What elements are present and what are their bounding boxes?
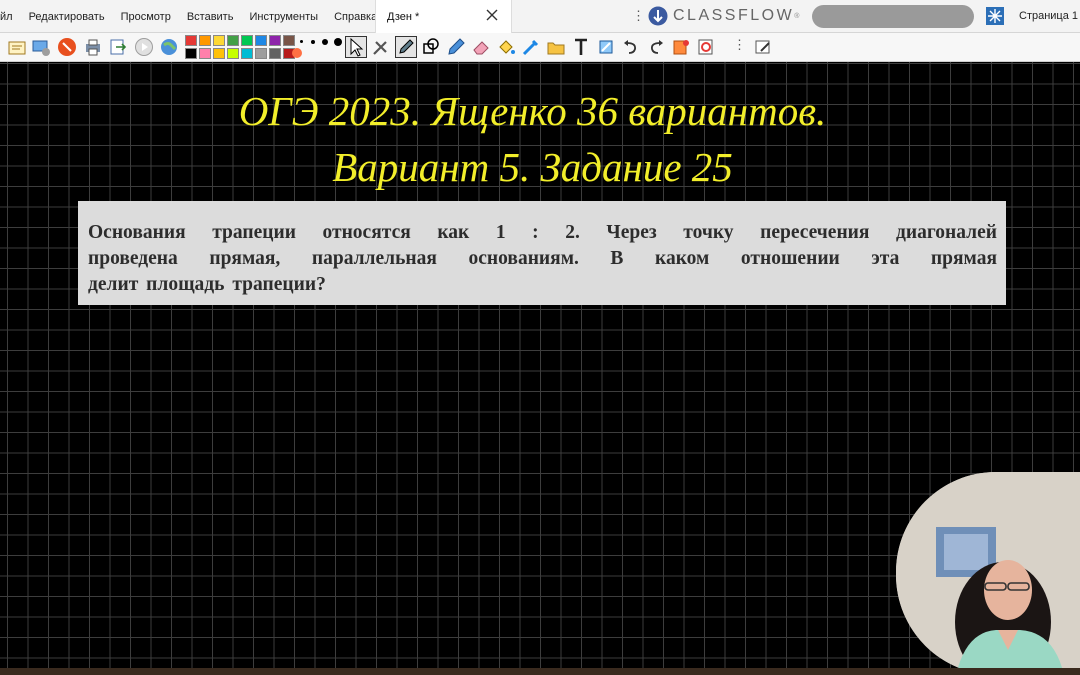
text-tool-icon[interactable]: [571, 37, 591, 57]
color-swatch[interactable]: [213, 48, 225, 59]
pen-size-small[interactable]: [300, 40, 303, 43]
color-swatch[interactable]: [199, 48, 211, 59]
color-swatch[interactable]: [241, 35, 253, 46]
presenter-video: [896, 472, 1080, 675]
flipchart-board[interactable]: ОГЭ 2023. Ященко 36 вариантов. Вариант 5…: [0, 62, 1080, 675]
webcam-overlay: [896, 472, 1080, 675]
color-swatch[interactable]: [283, 35, 295, 46]
pen-size-xlarge[interactable]: [334, 38, 342, 46]
fill-bucket-icon[interactable]: [496, 37, 516, 57]
color-palette: [185, 35, 295, 59]
export-icon[interactable]: [108, 37, 128, 57]
pipette-icon[interactable]: [521, 37, 541, 57]
pen-tool[interactable]: [395, 36, 417, 58]
color-swatch[interactable]: [269, 35, 281, 46]
tools-icon[interactable]: [371, 37, 391, 57]
menu-view[interactable]: Просмотр: [113, 11, 179, 23]
page-title-line1: ОГЭ 2023. Ященко 36 вариантов.: [238, 88, 827, 134]
undo-icon[interactable]: [621, 37, 641, 57]
color-swatch[interactable]: [255, 35, 267, 46]
clear-page-icon[interactable]: [671, 37, 691, 57]
menu-bar: йл Редактировать Просмотр Вставить Инстр…: [0, 0, 1080, 33]
more-options-icon[interactable]: ⋮: [632, 8, 645, 24]
print-icon[interactable]: [83, 37, 103, 57]
reset-page-icon[interactable]: [696, 37, 716, 57]
color-swatch[interactable]: [241, 48, 253, 59]
shapes-icon[interactable]: [421, 37, 441, 57]
color-swatch[interactable]: [227, 35, 239, 46]
toolbar-more-icon[interactable]: ⋮: [733, 37, 746, 53]
page-title-line2: Вариант 5. Задание 25: [332, 144, 733, 190]
select-arrow-icon[interactable]: [345, 36, 367, 58]
brand-trademark: ®: [794, 12, 800, 20]
color-swatch[interactable]: [185, 48, 197, 59]
bottom-strip: [0, 668, 1080, 675]
color-swatch[interactable]: [255, 48, 267, 59]
document-tab-title: Дзен *: [387, 10, 420, 23]
brand-name: CLASSFLOW: [673, 7, 795, 24]
color-swatch[interactable]: [227, 48, 239, 59]
pen-size-medium[interactable]: [311, 40, 315, 44]
no-entry-icon[interactable]: [57, 37, 77, 57]
toolbar: ⋮: [0, 33, 1080, 62]
close-icon[interactable]: [485, 8, 499, 22]
menu-file[interactable]: йл: [0, 11, 21, 23]
menu-edit[interactable]: Редактировать: [21, 11, 113, 23]
color-swatch[interactable]: [213, 35, 225, 46]
task-image[interactable]: Основания трапеции относятся как 1 : 2. …: [78, 201, 1006, 305]
spotlight-icon[interactable]: [596, 37, 616, 57]
redo-icon[interactable]: [646, 37, 666, 57]
eraser-icon[interactable]: [471, 37, 491, 57]
globe-icon[interactable]: [159, 37, 179, 57]
classflow-brand: CLASSFLOW ®: [648, 6, 799, 26]
flipchart-icon[interactable]: [7, 37, 27, 57]
apps-grid-icon[interactable]: [986, 7, 1004, 25]
pen-color-indicator[interactable]: [292, 48, 302, 58]
play-icon[interactable]: [134, 37, 154, 57]
task-line: Основания трапеции относятся как 1 : 2. …: [88, 222, 997, 243]
menu-items: йл Редактировать Просмотр Вставить Инстр…: [0, 0, 385, 33]
pen-size-large[interactable]: [322, 39, 328, 45]
menu-tools[interactable]: Инструменты: [241, 11, 326, 23]
color-swatch[interactable]: [269, 48, 281, 59]
resource-folder-icon[interactable]: [546, 37, 566, 57]
account-pill[interactable]: [812, 5, 974, 28]
menu-insert[interactable]: Вставить: [179, 11, 242, 23]
settings-monitor-icon[interactable]: [31, 37, 51, 57]
document-tab[interactable]: Дзен *: [375, 0, 512, 33]
classflow-logo-icon: [648, 6, 668, 26]
highlighter-icon[interactable]: [446, 37, 466, 57]
color-swatch[interactable]: [199, 35, 211, 46]
task-line: делит площадь трапеции?: [88, 274, 326, 295]
page-indicator: Страница 1 и: [1019, 10, 1080, 22]
color-swatch[interactable]: [185, 35, 197, 46]
task-line: проведена прямая, параллельная основания…: [88, 248, 997, 269]
customize-toolbar-icon[interactable]: [753, 37, 773, 57]
